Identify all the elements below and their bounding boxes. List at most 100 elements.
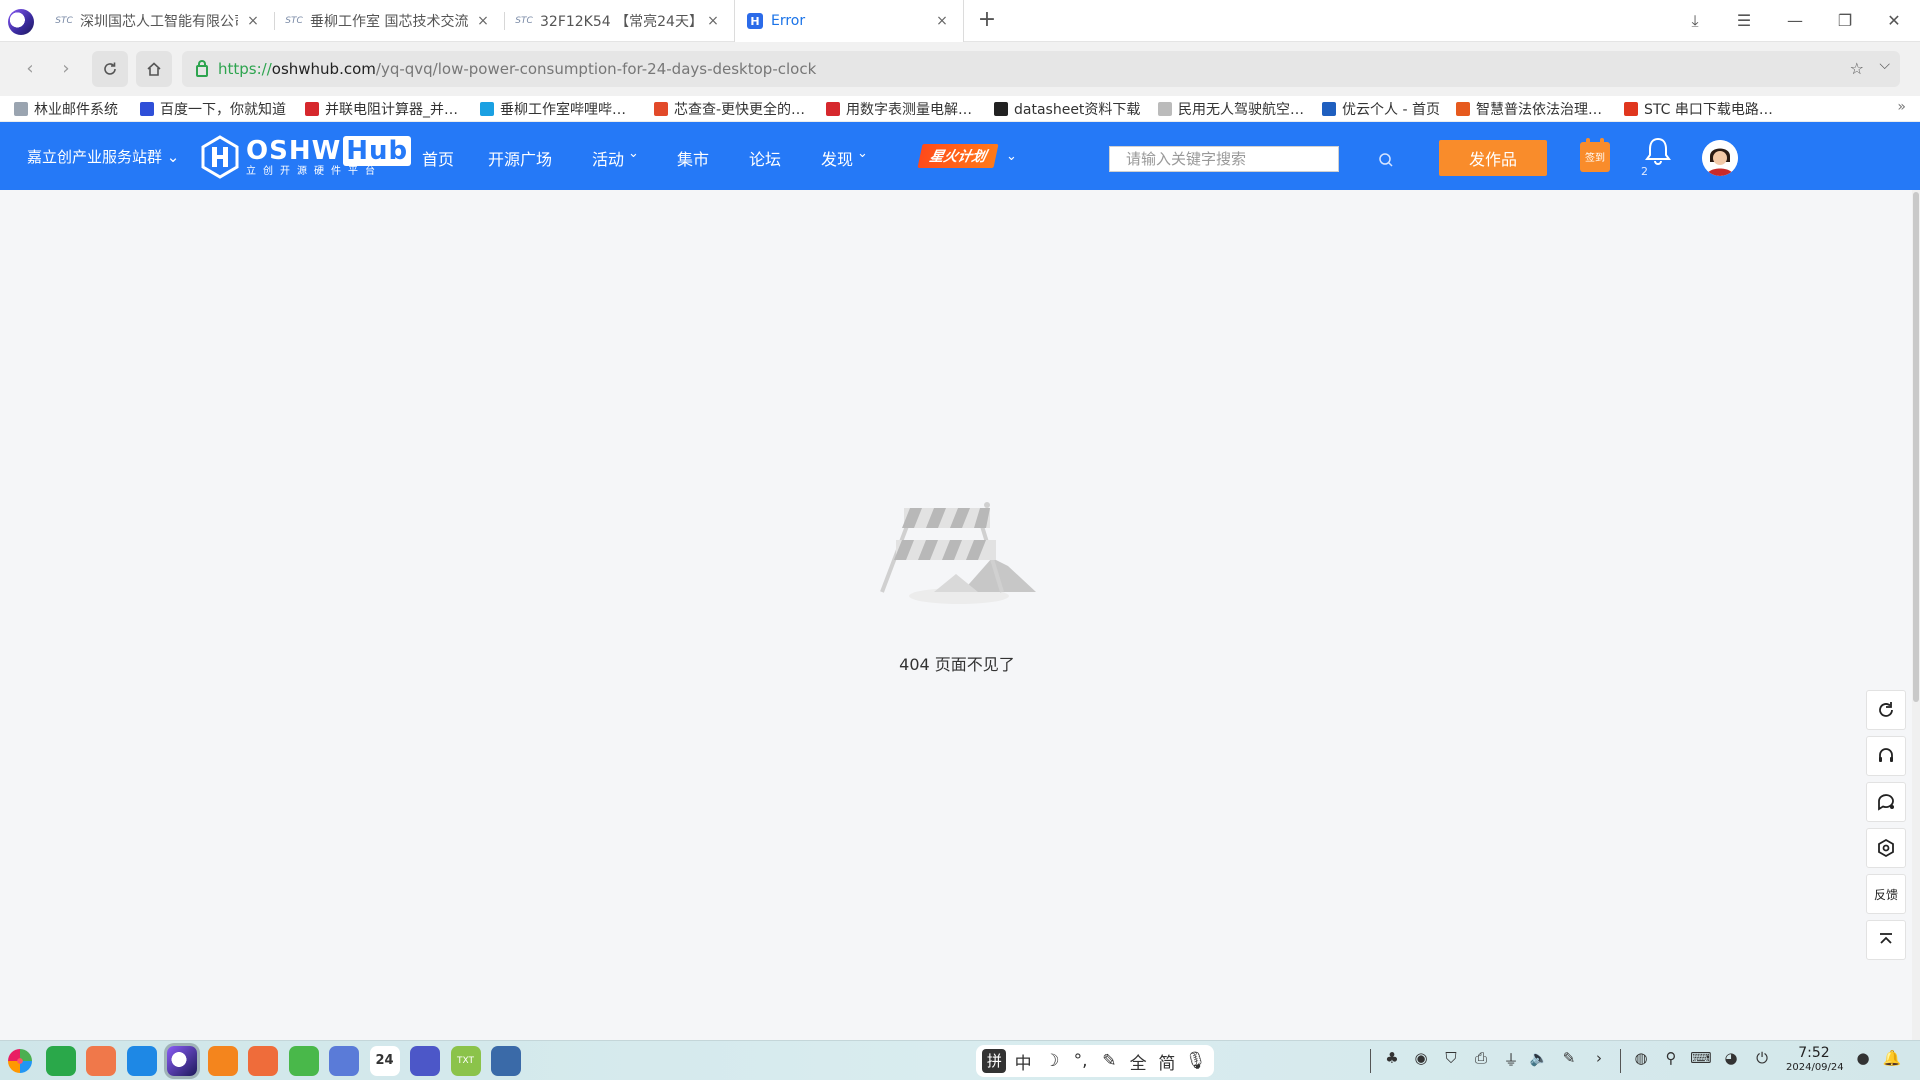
bookmark-item[interactable]: STC 串口下载电路… (1624, 99, 1773, 119)
bookmark-item[interactable]: 智慧普法依法治理… (1456, 99, 1602, 119)
refresh-button[interactable] (1866, 690, 1906, 730)
main-nav: 首页 开源广场 活动 ⌄ 集市 论坛 发现 ⌄ (422, 146, 868, 170)
handwriting-icon[interactable]: ✎ (1097, 1051, 1121, 1071)
avatar[interactable] (1702, 140, 1738, 176)
pinyin-toggle[interactable]: 拼 (982, 1049, 1007, 1073)
files-icon[interactable] (126, 1046, 157, 1076)
terminal-icon[interactable] (45, 1046, 76, 1076)
spark-program-menu[interactable]: 星火计划 ⌄ (917, 144, 1017, 168)
bell-icon[interactable] (1643, 134, 1673, 168)
nav-open-source-square[interactable]: 开源广场 (488, 146, 552, 170)
feedback-button[interactable]: 反馈 (1866, 874, 1906, 914)
volume-icon[interactable]: 🔈 (1528, 1049, 1550, 1073)
tab-32f12k54[interactable]: STC 32F12K54 【常亮24天】 × (504, 0, 734, 42)
chevron-down-icon[interactable]: ⌵ (1879, 57, 1890, 73)
restore-button[interactable]: ❐ (1832, 8, 1858, 34)
bookmark-item[interactable]: 并联电阻计算器_并… (305, 99, 458, 119)
network-icon[interactable]: ◕ (1720, 1049, 1742, 1073)
package-icon[interactable] (207, 1046, 238, 1076)
customer-service-button[interactable] (1866, 736, 1906, 776)
home-button[interactable] (136, 51, 172, 87)
bookmark-label: 智慧普法依法治理… (1476, 102, 1602, 118)
close-icon[interactable]: × (244, 12, 262, 30)
scrollbar-thumb[interactable] (1913, 192, 1919, 702)
launcher-icon[interactable] (8, 1049, 32, 1073)
shield-icon[interactable]: ⛉ (1440, 1049, 1462, 1073)
nav-forum[interactable]: 论坛 (749, 146, 781, 170)
close-icon[interactable]: × (704, 12, 722, 30)
forward-button[interactable]: › (48, 51, 84, 87)
settings-button[interactable] (1866, 828, 1906, 868)
download-icon[interactable]: ⤓ (1682, 8, 1708, 34)
back-button[interactable]: ‹ (12, 51, 48, 87)
minimize-button[interactable]: — (1782, 8, 1808, 34)
browser-tab-strip: STC 深圳国芯人工智能有限公司 × STC 垂柳工作室 国芯技术交流 × ST… (0, 0, 1920, 42)
chevron-right-icon[interactable]: › (1588, 1049, 1610, 1073)
clock[interactable]: 7:52 2024/09/24 (1786, 1044, 1844, 1074)
bookmark-star-icon[interactable]: ☆ (1850, 59, 1864, 78)
power-icon[interactable]: ⏻ (1751, 1049, 1773, 1073)
wechat-icon[interactable]: ♣ (1381, 1049, 1403, 1073)
chrome-icon[interactable]: ◍ (1630, 1049, 1652, 1073)
pen-icon[interactable]: ✎ (1558, 1049, 1580, 1073)
punctuation-toggle[interactable]: °, (1069, 1051, 1093, 1071)
browser-icon[interactable] (167, 1046, 197, 1076)
music-icon[interactable] (288, 1046, 319, 1076)
moon-icon[interactable]: ☽ (1040, 1051, 1064, 1071)
oshwhub-logo[interactable]: OSHW Hub 立创开源硬件平台 (200, 135, 412, 179)
publish-work-button[interactable]: 发作品 (1439, 140, 1547, 176)
search-icon[interactable] (1378, 152, 1394, 168)
search-icon[interactable]: ⚲ (1660, 1049, 1682, 1073)
bookmark-item[interactable]: 优云个人 - 首页 (1322, 99, 1440, 119)
bookmark-item[interactable]: 芯查查-更快更全的… (654, 99, 805, 119)
menu-icon[interactable]: ☰ (1731, 8, 1757, 34)
screenshot-icon[interactable] (491, 1046, 521, 1076)
nav-activity[interactable]: 活动 (592, 146, 624, 170)
simplified-toggle[interactable]: 简 (1155, 1049, 1179, 1074)
app-tray-icon[interactable]: ◉ (1410, 1049, 1432, 1073)
document-icon[interactable] (329, 1046, 359, 1076)
tab-shenzhen-guoxin[interactable]: STC 深圳国芯人工智能有限公司 × (44, 0, 274, 42)
keyboard-icon[interactable]: ⌨ (1690, 1049, 1712, 1073)
text-editor-icon[interactable]: TXT (450, 1046, 481, 1076)
nav-home[interactable]: 首页 (422, 146, 454, 170)
bookmark-item[interactable]: 百度一下，你就知道 (140, 99, 286, 119)
calendar-icon[interactable]: 24 (369, 1046, 400, 1076)
reload-button[interactable] (92, 51, 128, 87)
site-switch-dropdown[interactable]: 嘉立创产业服务站群 ⌄ (27, 146, 179, 167)
logo-hexagon-icon (200, 135, 240, 179)
bookmark-item[interactable]: 民用无人驾驶航空… (1158, 99, 1304, 119)
status-dot-icon[interactable]: ● (1852, 1049, 1874, 1073)
back-to-top-button[interactable] (1866, 920, 1906, 960)
chinese-mode-toggle[interactable]: 中 (1011, 1049, 1035, 1074)
signin-calendar-button[interactable]: 签到 (1580, 138, 1610, 172)
notification-bell-icon[interactable]: 🔔 (1881, 1049, 1903, 1073)
chat-button[interactable] (1866, 782, 1906, 822)
app-store-icon[interactable] (86, 1046, 116, 1076)
browser-logo-icon[interactable] (8, 9, 34, 35)
new-tab-button[interactable]: + (975, 9, 999, 33)
printer-icon[interactable]: ⎙ (1470, 1049, 1492, 1073)
url-bar[interactable]: https://oshwhub.com/yq-qvq/low-power-con… (182, 51, 1900, 87)
usb-icon[interactable]: ⏚ (1500, 1049, 1522, 1073)
bookmarks-overflow-button[interactable]: » (1897, 99, 1906, 115)
close-icon[interactable]: × (474, 12, 492, 30)
microphone-icon[interactable]: 🎙 (1184, 1051, 1208, 1071)
site-switch-label: 嘉立创产业服务站群 (27, 148, 163, 166)
bookmark-item[interactable]: 用数字表测量电解… (826, 99, 972, 119)
bookmark-item[interactable]: 林业邮件系统 (14, 99, 118, 119)
text-editor-label: TXT (456, 1056, 474, 1066)
scrollbar[interactable] (1912, 190, 1920, 1040)
full-width-toggle[interactable]: 全 (1126, 1049, 1150, 1074)
close-window-button[interactable]: ✕ (1881, 8, 1907, 34)
bookmark-item[interactable]: datasheet资料下载 (994, 99, 1140, 119)
tab-error[interactable]: H Error × (734, 0, 964, 42)
nav-market[interactable]: 集市 (677, 146, 709, 170)
nav-discover[interactable]: 发现 (821, 146, 853, 170)
search-input[interactable] (1109, 146, 1339, 172)
close-icon[interactable]: × (933, 12, 951, 30)
bookmark-item[interactable]: 垂柳工作室哔哩哔… (480, 99, 626, 119)
tab-chuiliu-studio[interactable]: STC 垂柳工作室 国芯技术交流 × (274, 0, 504, 42)
photos-icon[interactable] (248, 1046, 278, 1076)
system-settings-icon[interactable] (410, 1046, 440, 1076)
